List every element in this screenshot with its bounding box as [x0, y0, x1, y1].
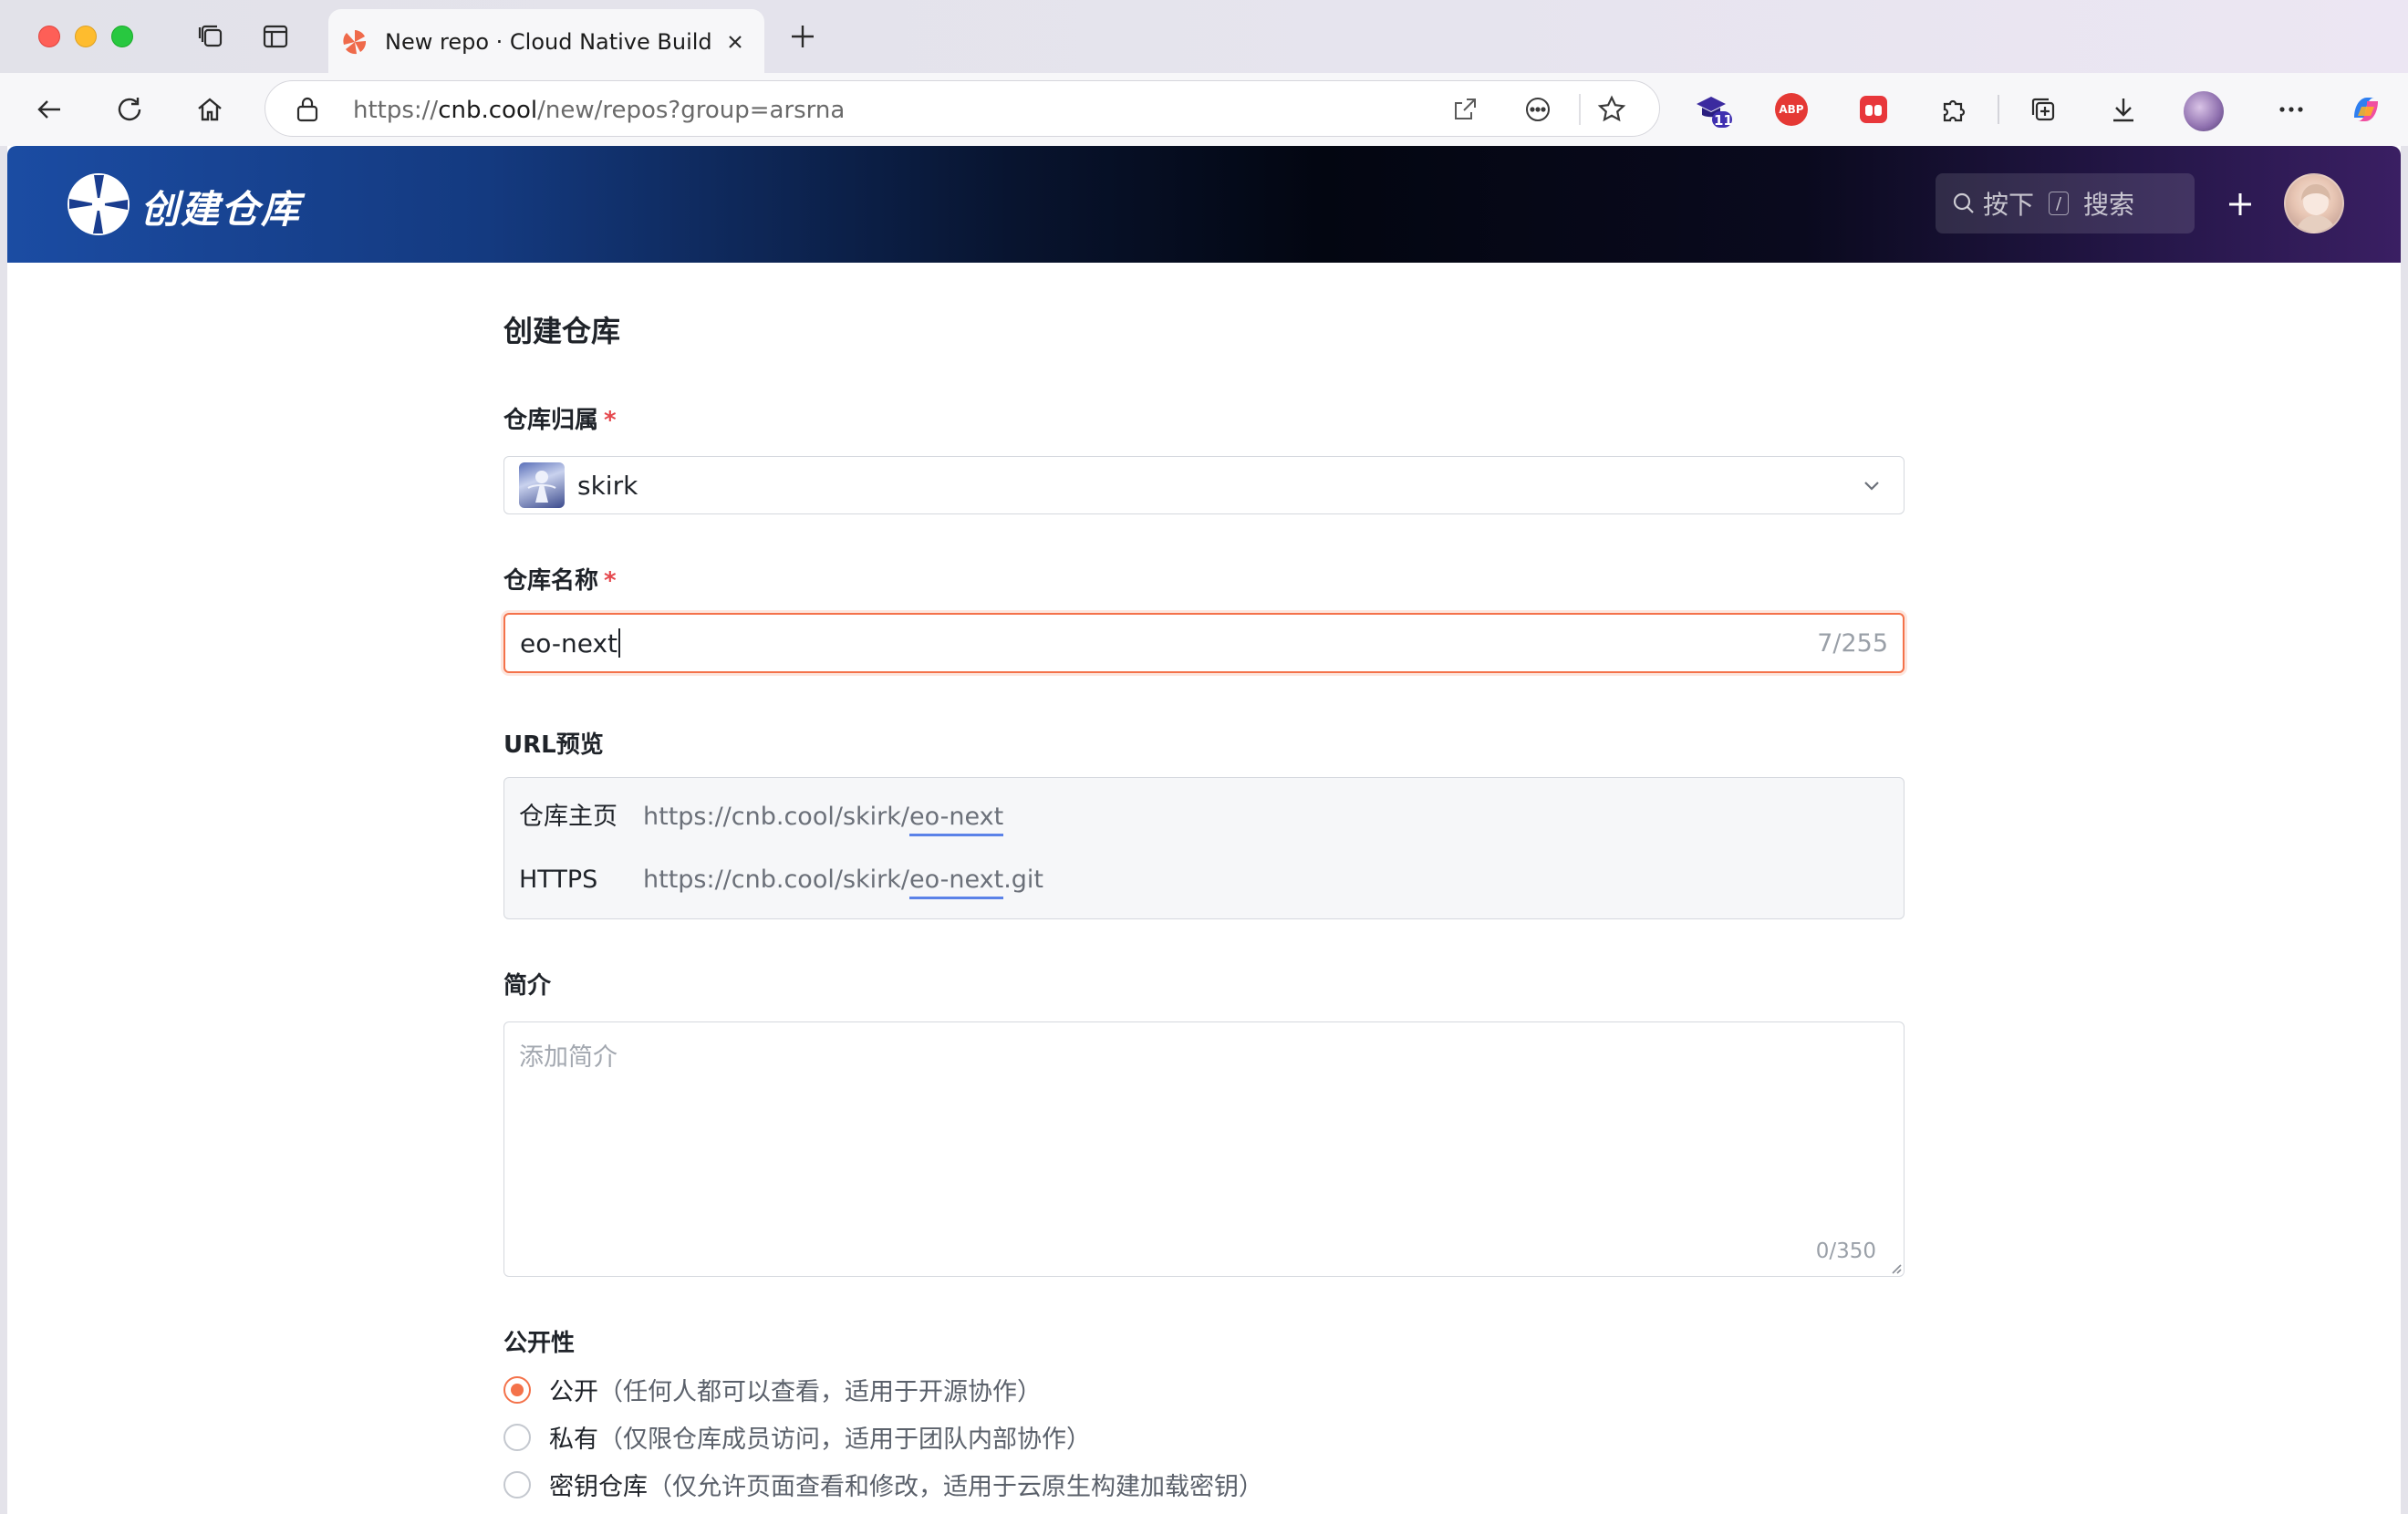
open-in-app-icon[interactable]: [1451, 96, 1479, 123]
visibility-option-private[interactable]: 私有（仅限仓库成员访问，适用于团队内部协作）: [503, 1419, 1091, 1455]
extension-red-icon[interactable]: [1857, 93, 1890, 126]
global-search[interactable]: 按下 / 搜索: [1936, 173, 2195, 233]
url-path: /new/repos?group=arsrna: [537, 97, 845, 124]
visibility-option-desc: （仅限仓库成员访问，适用于团队内部协作）: [598, 1419, 1091, 1455]
visibility-option-desc: （任何人都可以查看，适用于开源协作）: [598, 1372, 1042, 1407]
resize-grip-icon[interactable]: [1889, 1261, 1902, 1274]
radio-button[interactable]: [503, 1471, 531, 1498]
page-header: 创建仓库 按下 / 搜索: [7, 146, 2401, 263]
search-icon: [1952, 192, 1976, 215]
collections-icon[interactable]: [2027, 93, 2060, 126]
extension-graduation-icon[interactable]: 11: [1693, 91, 1735, 131]
description-placeholder: 添加简介: [519, 1037, 618, 1073]
visibility-option-secret[interactable]: 密钥仓库（仅允许页面查看和修改，适用于云原生构建加载密钥）: [503, 1467, 1263, 1502]
vertical-tabs-icon[interactable]: [259, 20, 292, 53]
browser-toolbar: https://cnb.cool/new/repos?group=arsrna …: [0, 73, 2408, 146]
repo-name-input[interactable]: eo-next 7/255: [503, 613, 1905, 673]
workspaces-icon[interactable]: [195, 20, 228, 53]
more-menu-icon[interactable]: [2275, 93, 2308, 126]
url-preview-label: URL预览: [503, 726, 604, 760]
home-icon[interactable]: [193, 93, 226, 126]
address-divider: [1579, 94, 1581, 125]
required-mark: *: [604, 407, 617, 434]
radio-button[interactable]: [503, 1424, 531, 1451]
toolbar-divider: [1998, 95, 1999, 124]
favorite-star-icon[interactable]: [1597, 95, 1626, 124]
url-row-key: 仓库主页: [519, 796, 643, 832]
repo-name-label-text: 仓库名称: [503, 567, 598, 595]
extension-badge: 11: [1714, 112, 1733, 129]
description-textarea[interactable]: 添加简介 0/350: [503, 1021, 1905, 1277]
reload-icon[interactable]: [113, 93, 146, 126]
tab-close-icon[interactable]: [722, 29, 748, 55]
url-row-key: HTTPS: [519, 866, 643, 894]
owner-select[interactable]: skirk: [503, 456, 1905, 514]
visibility-label: 公开性: [503, 1324, 575, 1358]
extensions-puzzle-icon[interactable]: [1937, 93, 1970, 126]
visibility-option-desc: （仅允许页面查看和修改，适用于云原生构建加载密钥）: [648, 1467, 1263, 1502]
cnb-favicon-icon: [341, 28, 368, 56]
lock-icon[interactable]: [295, 96, 320, 123]
address-bar[interactable]: https://cnb.cool/new/repos?group=arsrna: [265, 80, 1660, 137]
radio-button-selected[interactable]: [503, 1376, 531, 1404]
owner-avatar: [519, 462, 565, 508]
url-row-name: eo-next: [909, 866, 1003, 899]
repo-name-value: eo-next: [520, 628, 620, 658]
chevron-down-icon[interactable]: [1860, 473, 1884, 497]
search-suffix: 搜索: [2083, 185, 2134, 222]
user-avatar[interactable]: [2284, 173, 2344, 233]
read-aloud-icon[interactable]: [1524, 96, 1552, 123]
back-icon[interactable]: [33, 93, 66, 126]
text-caret: [618, 628, 620, 658]
search-prefix: 按下: [1983, 185, 2034, 222]
visibility-option-label: 私有: [549, 1419, 598, 1455]
url-scheme: https://: [353, 97, 438, 124]
description-label: 简介: [503, 967, 551, 1001]
url-row-suffix: .git: [1003, 866, 1043, 894]
url-row-name: eo-next: [909, 803, 1003, 836]
url-row-prefix: https://cnb.cool/skirk/: [643, 803, 909, 831]
cnb-logo-icon[interactable]: [64, 170, 133, 239]
abp-label: ABP: [1779, 103, 1803, 116]
active-tab[interactable]: New repo · Cloud Native Build: [328, 9, 764, 73]
downloads-icon[interactable]: [2107, 93, 2140, 126]
url-host: cnb.cool: [438, 97, 537, 124]
visibility-option-label: 公开: [549, 1372, 598, 1407]
url-row-https: HTTPShttps://cnb.cool/skirk/eo-next.git: [519, 866, 1043, 894]
tab-title: New repo · Cloud Native Build: [385, 29, 712, 55]
visibility-option-public[interactable]: 公开（任何人都可以查看，适用于开源协作）: [503, 1372, 1042, 1407]
url-text[interactable]: https://cnb.cool/new/repos?group=arsrna: [353, 97, 845, 124]
repo-name-label: 仓库名称*: [503, 562, 617, 596]
browser-tab-bar: New repo · Cloud Native Build: [0, 0, 2408, 73]
visibility-option-label: 密钥仓库: [549, 1467, 648, 1502]
window-zoom-button[interactable]: [111, 26, 133, 47]
description-counter: 0/350: [1816, 1239, 1876, 1263]
window-minimize-button[interactable]: [75, 26, 97, 47]
copilot-icon[interactable]: [2346, 89, 2386, 130]
new-tab-icon[interactable]: [786, 20, 819, 53]
profile-avatar[interactable]: [2184, 91, 2224, 131]
required-mark: *: [604, 567, 617, 595]
url-row-home: 仓库主页https://cnb.cool/skirk/eo-next: [519, 796, 1003, 832]
owner-label-text: 仓库归属: [503, 407, 598, 434]
url-row-prefix: https://cnb.cool/skirk/: [643, 866, 909, 894]
adblock-plus-icon[interactable]: ABP: [1775, 93, 1808, 126]
repo-name-text: eo-next: [520, 628, 618, 658]
header-title: 创建仓库: [140, 179, 301, 234]
repo-name-counter: 7/255: [1817, 629, 1888, 658]
web-page: 创建仓库 按下 / 搜索 创建仓库 仓库归属* skirk 仓库名称* eo-n…: [7, 146, 2401, 1514]
window-close-button[interactable]: [38, 26, 60, 47]
page-title: 创建仓库: [503, 308, 620, 350]
url-preview-box: 仓库主页https://cnb.cool/skirk/eo-next HTTPS…: [503, 777, 1905, 919]
create-plus-icon[interactable]: [2222, 186, 2258, 223]
search-shortcut-key: /: [2049, 192, 2069, 215]
owner-label: 仓库归属*: [503, 401, 617, 435]
owner-value: skirk: [577, 471, 638, 501]
